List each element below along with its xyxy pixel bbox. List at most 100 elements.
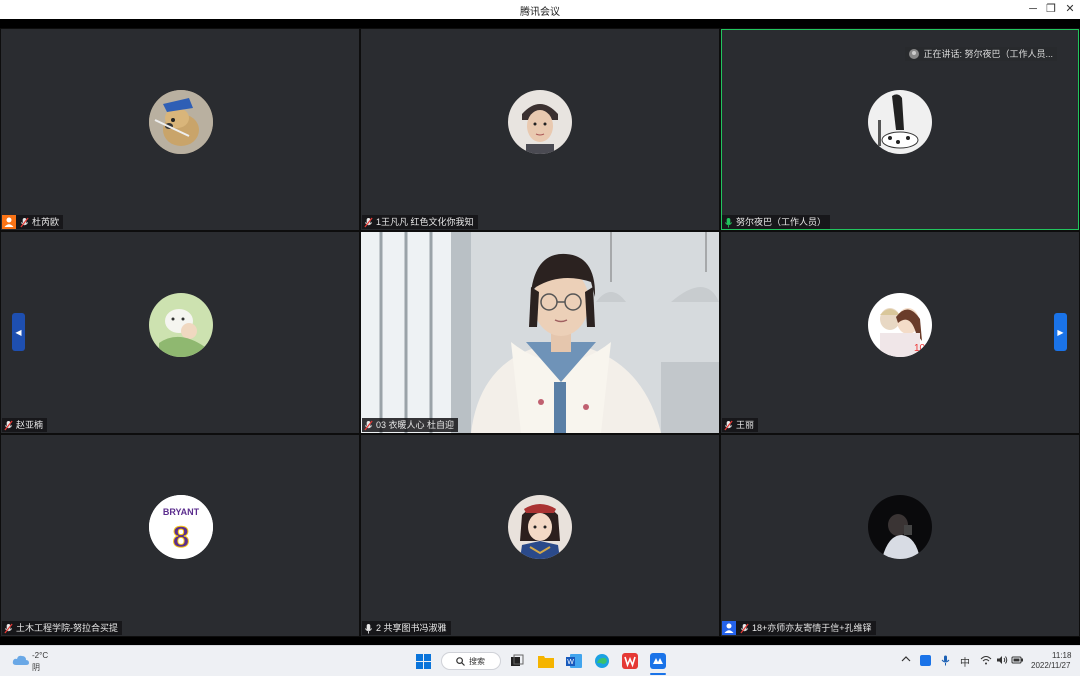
- participant-tile[interactable]: BRYANT 8 土木工程学院-努拉合买提: [1, 435, 359, 636]
- title-bar: 腾讯会议 ─ ❐ ✕: [0, 0, 1080, 19]
- participant-video-tile[interactable]: 03 衣暖人心 杜自迎: [361, 232, 719, 433]
- word-button[interactable]: W: [566, 653, 582, 669]
- weather-widget[interactable]: [12, 653, 30, 671]
- name-tag: 赵亚楠: [2, 418, 48, 432]
- task-view-button[interactable]: [509, 653, 525, 669]
- folder-icon: [538, 656, 554, 668]
- name-tag: 土木工程学院-努拉合买提: [2, 621, 122, 635]
- name-tag: 1王凡凡 红色文化你我知: [362, 215, 478, 229]
- wifi-icon: [980, 656, 992, 665]
- speaking-text: 正在讲话: 努尔夜巴（工作人员...: [923, 49, 1053, 59]
- avatar: [868, 90, 932, 154]
- weather-desc: 阴: [32, 663, 40, 672]
- tray-mic[interactable]: [941, 655, 950, 668]
- mic-muted-icon: [4, 420, 13, 430]
- mic-active-icon: [724, 217, 733, 227]
- name-tag: 杜芮欧: [2, 215, 64, 229]
- avatar: [508, 495, 572, 559]
- participant-tile[interactable]: 18+亦师亦友寄情于信+孔维铎: [721, 435, 1079, 636]
- cloud-icon: [12, 655, 30, 665]
- participant-tile[interactable]: ▶ 10 王丽: [721, 232, 1079, 433]
- file-explorer-button[interactable]: [538, 653, 554, 669]
- top-spacer: [0, 19, 1080, 28]
- tray-meeting-icon: [920, 655, 931, 666]
- restore-button[interactable]: ❐: [1043, 2, 1059, 16]
- host-icon: [2, 215, 16, 229]
- next-page-arrow[interactable]: ▶: [1054, 313, 1067, 351]
- mic-muted-icon: [4, 623, 13, 633]
- avatar: 10: [868, 293, 932, 357]
- task-view-icon: [511, 654, 524, 666]
- clock-time[interactable]: 11:18: [1052, 651, 1071, 660]
- weather-temp: -2°C: [32, 651, 49, 660]
- mic-muted-icon: [364, 420, 373, 430]
- close-button[interactable]: ✕: [1062, 2, 1078, 16]
- video-feed: [361, 232, 719, 433]
- wifi-status[interactable]: [980, 655, 992, 667]
- wps-button[interactable]: [622, 653, 638, 669]
- svg-text:10: 10: [914, 343, 926, 354]
- clock-date[interactable]: 2022/11/27: [1031, 661, 1070, 670]
- name-tag: 2 共享图书冯淑雅: [362, 621, 451, 635]
- edge-icon: [595, 654, 609, 668]
- cohost-icon: [722, 621, 736, 635]
- mic-muted-icon: [364, 217, 373, 227]
- participant-tile[interactable]: 杜芮欧: [1, 29, 359, 230]
- mic-icon: [364, 623, 373, 633]
- edge-button[interactable]: [594, 653, 610, 669]
- speaking-indicator: 正在讲话: 努尔夜巴（工作人员...: [905, 47, 1057, 61]
- tray-overflow-button[interactable]: [901, 655, 911, 665]
- search-label: 搜索: [469, 656, 485, 666]
- bottom-spacer: [0, 637, 1080, 645]
- name-tag: 努尔夜巴（工作人员）: [722, 215, 831, 229]
- participant-name: 03 衣暖人心 杜自迎: [376, 420, 455, 430]
- battery-icon: [1011, 656, 1023, 664]
- window-title: 腾讯会议: [520, 7, 560, 18]
- volume-status[interactable]: [996, 655, 1008, 667]
- battery-status[interactable]: [1011, 655, 1024, 667]
- avatar: [149, 293, 213, 357]
- participant-name: 1王凡凡 红色文化你我知: [376, 217, 474, 227]
- microphone-icon: [941, 655, 950, 666]
- participant-name: 土木工程学院-努拉合买提: [16, 623, 118, 633]
- participant-tile[interactable]: 2 共享图书冯淑雅: [361, 435, 719, 636]
- minimize-button[interactable]: ─: [1025, 2, 1041, 16]
- participant-name: 努尔夜巴（工作人员）: [736, 217, 827, 227]
- tencent-meeting-icon: [650, 653, 666, 669]
- mic-muted-icon: [724, 420, 733, 430]
- wps-icon: [622, 653, 638, 669]
- speaker-icon: [997, 656, 1008, 664]
- mic-muted-icon: [740, 623, 749, 633]
- previous-page-arrow[interactable]: ◀: [12, 313, 25, 351]
- participant-name: 王丽: [736, 420, 755, 430]
- avatar: BRYANT 8: [149, 495, 213, 559]
- participant-name: 杜芮欧: [32, 217, 60, 227]
- mic-muted-icon: [20, 217, 29, 227]
- taskbar-search[interactable]: 搜索: [441, 652, 501, 670]
- participant-tile[interactable]: 1王凡凡 红色文化你我知: [361, 29, 719, 230]
- jersey-text: BRYANT: [163, 507, 200, 517]
- participant-name: 2 共享图书冯淑雅: [376, 623, 447, 633]
- name-tag: 03 衣暖人心 杜自迎: [362, 418, 459, 432]
- jersey-number: 8: [173, 521, 190, 554]
- participant-name: 赵亚楠: [16, 420, 44, 430]
- participant-tile-speaking[interactable]: 正在讲话: 努尔夜巴（工作人员... 努尔夜巴（工作人员）: [721, 29, 1079, 230]
- start-button[interactable]: [415, 653, 431, 669]
- avatar: [868, 495, 932, 559]
- tray-app[interactable]: [920, 655, 931, 668]
- avatar: [508, 90, 572, 154]
- avatar: [149, 90, 213, 154]
- search-icon: [456, 656, 465, 666]
- word-icon: W: [566, 654, 582, 668]
- ime-indicator[interactable]: 中: [960, 654, 970, 669]
- participant-tile[interactable]: ◀ 赵亚楠: [1, 232, 359, 433]
- svg-text:W: W: [567, 659, 574, 666]
- name-tag: 18+亦师亦友寄情于信+孔维铎: [722, 621, 876, 635]
- tencent-meeting-button[interactable]: [650, 653, 666, 669]
- speaker-avatar-icon: [909, 49, 920, 59]
- windows-logo-icon: [415, 653, 431, 669]
- taskbar: -2°C 阴 搜索 W 中 11:18 2022/11/27: [0, 645, 1080, 676]
- video-grid: 杜芮欧 1王凡凡 红色文化你我知 正在讲话: 努尔夜巴（工作人员... 努尔夜巴…: [0, 28, 1080, 637]
- name-tag: 王丽: [722, 418, 759, 432]
- chevron-up-icon: [901, 656, 911, 662]
